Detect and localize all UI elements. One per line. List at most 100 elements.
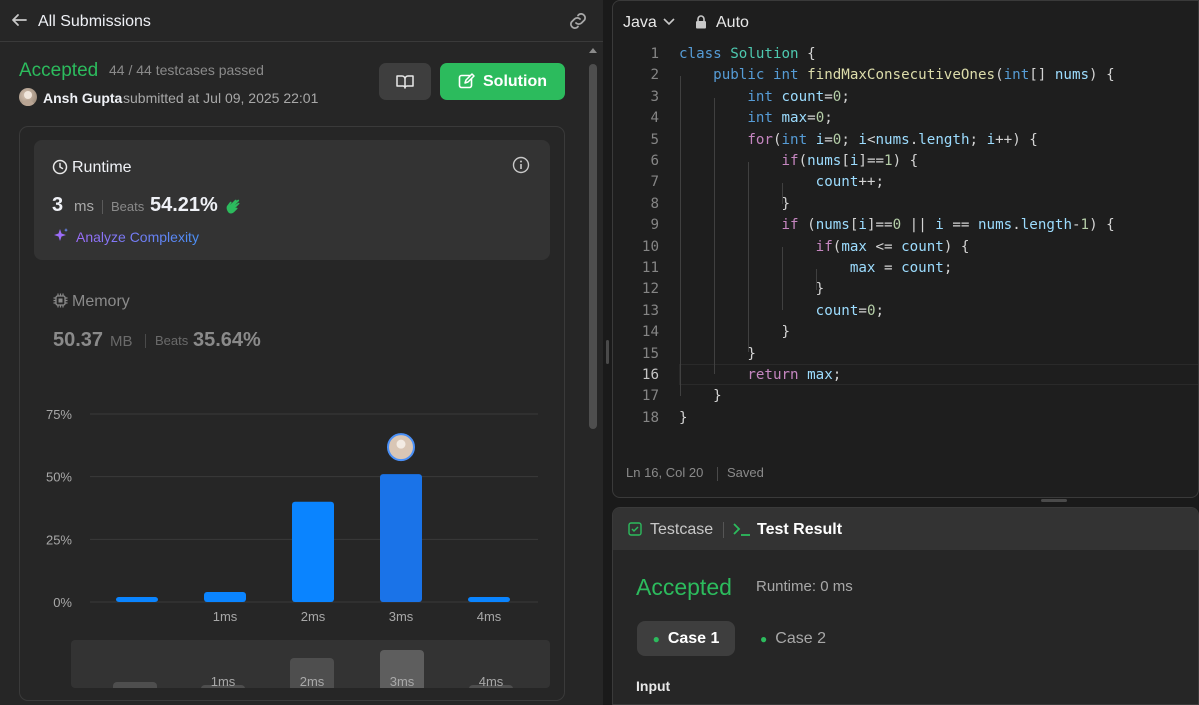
code-line: 15 } (641, 345, 756, 362)
chart-bar[interactable] (380, 474, 422, 602)
y-tick-label: 0% (53, 595, 72, 610)
x-tick-label: 3ms (389, 609, 414, 624)
runtime-beats-label: Beats (111, 199, 145, 214)
chart-bar[interactable] (468, 596, 510, 602)
code-line: 9 if (nums[i]==0 || i == nums.length-1) … (650, 217, 1115, 234)
memory-chip-icon (53, 293, 68, 308)
case-2-tab[interactable]: ● Case 2 (753, 621, 833, 656)
code-line: 8 } (650, 195, 791, 212)
code-line: 4 int max=0; (650, 110, 833, 127)
divider (717, 467, 718, 481)
sparkle-icon (54, 228, 68, 241)
runtime-distribution-chart: 0% 25% 50% 75% 1ms 2ms 3ms 4ms (46, 407, 538, 624)
submitter-name[interactable]: Ansh Gupta (43, 90, 122, 106)
editorial-button[interactable] (379, 63, 431, 100)
pass-dot-icon: ● (760, 631, 768, 646)
code-line: 11 max = count; (641, 260, 953, 276)
chart-bar[interactable] (204, 591, 246, 602)
terminal-icon (733, 523, 750, 536)
avatar[interactable] (19, 88, 37, 106)
code-line: 10 if(max <= count) { (641, 238, 970, 255)
editor-toolbar: Java Auto (613, 1, 1198, 43)
mini-chart-label: 1ms (211, 674, 236, 688)
code-line: 18} (641, 409, 688, 426)
mini-chart-bar (113, 682, 157, 688)
memory-unit: MB (110, 333, 133, 350)
scroll-up-arrow-icon[interactable] (588, 46, 598, 54)
pass-dot-icon: ● (652, 631, 660, 646)
code-area[interactable]: 1 class Solution { 2 public int findMaxCo… (613, 43, 1198, 441)
chevron-down-icon[interactable] (662, 16, 676, 28)
case-2-label: Case 2 (775, 629, 826, 647)
language-selector[interactable]: Java (623, 14, 657, 32)
y-tick-label: 50% (46, 470, 72, 485)
clock-icon (52, 159, 68, 175)
back-arrow-icon[interactable] (10, 11, 28, 29)
panel-splitter[interactable] (603, 0, 612, 705)
runtime-unit: ms (74, 198, 94, 215)
scroll-thumb[interactable] (589, 64, 597, 429)
x-tick-label: 2ms (301, 609, 326, 624)
cursor-position: Ln 16, Col 20 (626, 465, 704, 480)
code-line: 5 for(int i=0; i<nums.length; i++) { (650, 131, 1038, 148)
y-tick-label: 75% (46, 407, 72, 422)
saved-status: Saved (727, 465, 764, 480)
submitted-at: submitted at Jul 09, 2025 22:01 (123, 90, 319, 106)
code-editor[interactable]: Java Auto 1 class Solution { 2 public int… (612, 0, 1199, 498)
info-icon[interactable] (512, 156, 530, 174)
code-line: 12 } (641, 281, 825, 298)
mini-chart-label: 4ms (479, 674, 504, 688)
x-tick-label: 4ms (477, 609, 502, 624)
splitter-handle[interactable] (606, 340, 609, 364)
results-panel: Testcase Test Result Accepted Runtime: 0… (612, 507, 1199, 705)
scrollbar[interactable] (587, 42, 599, 705)
code-line: 3 int count=0; (650, 88, 850, 105)
code-line: 2 public int findMaxConsecutiveOnes(int[… (650, 67, 1115, 84)
analyze-complexity-link[interactable]: Analyze Complexity (76, 229, 199, 245)
memory-value: 50.37 (53, 329, 104, 351)
edit-icon (458, 73, 475, 89)
y-tick-label: 25% (46, 532, 72, 547)
runtime-beats-value: 54.21% (150, 194, 218, 216)
runtime-card[interactable]: Runtime 3 ms Beats 54.21% Analyze Comple… (34, 140, 550, 260)
tab-test-result[interactable]: Test Result (757, 521, 842, 539)
case-1-tab[interactable]: ● Case 1 (637, 621, 735, 656)
tab-testcase[interactable]: Testcase (650, 521, 713, 539)
input-label: Input (636, 678, 671, 694)
memory-label[interactable]: Memory (72, 293, 130, 311)
link-icon[interactable] (567, 11, 589, 31)
runtime-mini-chart[interactable]: 1ms 2ms 3ms 4ms (71, 640, 550, 688)
solution-button-label: Solution (483, 72, 547, 90)
divider (145, 334, 146, 348)
all-submissions-link[interactable]: All Submissions (38, 13, 151, 31)
clap-icon (226, 199, 240, 214)
case-1-label: Case 1 (667, 629, 720, 647)
book-icon (396, 74, 414, 89)
avatar-head (396, 439, 406, 449)
result-status: Accepted (636, 574, 732, 600)
vertical-resize-handle[interactable] (1041, 499, 1067, 502)
code-line: 7 count++; (650, 174, 885, 191)
lock-icon (696, 15, 706, 29)
code-line: 13 count=0; (641, 302, 885, 319)
mini-chart-label: 2ms (300, 674, 325, 688)
submission-panel: All Submissions Accepted 44 / 44 testcas… (0, 0, 603, 705)
chart-bar[interactable] (292, 501, 334, 602)
code-line: 6 if(nums[i]==1) { (650, 153, 919, 169)
divider (723, 522, 724, 538)
code-line: 14 } (641, 324, 791, 341)
submission-header: All Submissions (0, 0, 603, 42)
code-line: 1 class Solution { (650, 46, 816, 62)
checkbox-icon (628, 522, 642, 536)
runtime-label: Runtime (72, 159, 132, 176)
result-runtime: Runtime: 0 ms (756, 578, 853, 595)
auto-mode[interactable]: Auto (716, 14, 749, 32)
chart-bar[interactable] (116, 596, 158, 602)
solution-button[interactable]: Solution (440, 63, 565, 100)
runtime-value: 3 (52, 194, 64, 216)
memory-beats-value: 35.64% (193, 329, 261, 351)
submission-status: Accepted (19, 60, 99, 81)
memory-beats-label: Beats (155, 333, 189, 348)
code-line: 16 return max; (641, 367, 842, 383)
divider (102, 200, 103, 214)
